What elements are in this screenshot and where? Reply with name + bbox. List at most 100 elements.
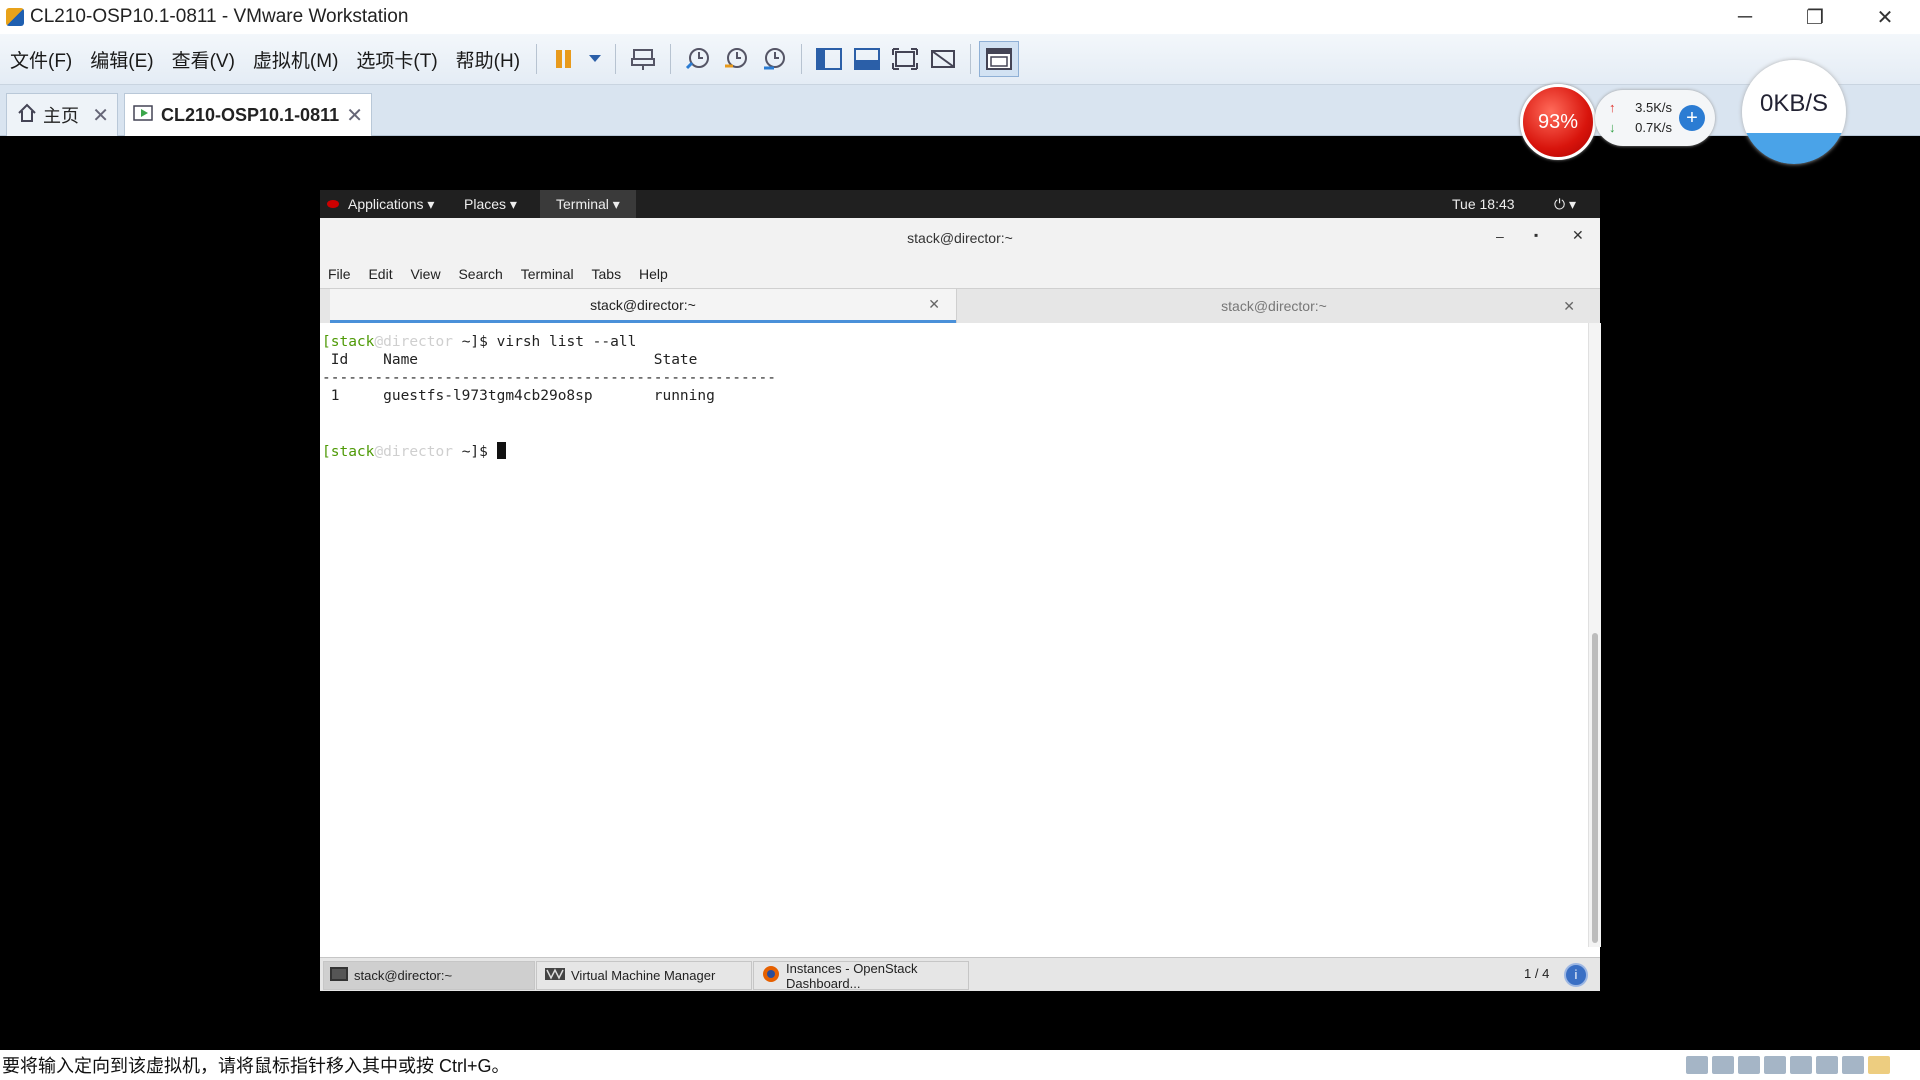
firefox-icon [762, 965, 780, 986]
terminal-tab-1-close-icon[interactable]: ✕ [928, 296, 940, 313]
terminal-menu-file[interactable]: File [328, 266, 351, 282]
terminal-menu-help[interactable]: Help [639, 266, 668, 282]
snapshot-revert-icon[interactable] [717, 42, 755, 76]
menu-view[interactable]: 查看(V) [164, 46, 243, 73]
terminal-menu-tabs[interactable]: Tabs [592, 266, 622, 282]
terminal-tabbar: stack@director:~ ✕ stack@director:~ ✕ [320, 288, 1600, 324]
applications-menu[interactable]: Applications ▾ [348, 196, 434, 213]
network-adapter-icon[interactable] [1738, 1056, 1760, 1074]
task-terminal[interactable]: stack@director:~ [323, 961, 535, 990]
full-screen-icon[interactable] [886, 42, 924, 76]
redhat-logo-icon [326, 196, 340, 213]
task-firefox[interactable]: Instances - OpenStack Dashboard... [753, 960, 969, 991]
console-view-icon[interactable] [979, 41, 1020, 77]
task-virt-manager-label: Virtual Machine Manager [571, 968, 716, 983]
places-menu[interactable]: Places ▾ [464, 196, 517, 213]
download-arrow-icon: ↓ [1609, 120, 1616, 135]
terminal-titlebar: stack@director:~ ‒ ▪ ✕ [320, 218, 1600, 261]
speed-delta: +0KB/s [1772, 118, 1816, 133]
snapshot-take-icon[interactable] [679, 42, 717, 76]
vmware-app-icon [6, 8, 24, 26]
cdrom-icon[interactable] [1712, 1056, 1734, 1074]
terminal-scrollbar[interactable] [1588, 323, 1601, 947]
pause-icon[interactable] [545, 42, 583, 76]
device-icons [1682, 1056, 1890, 1074]
window-title: CL210-OSP10.1-0811 - VMware Workstation [30, 6, 409, 27]
menu-edit[interactable]: 编辑(E) [82, 46, 161, 73]
terminal-menu-edit[interactable]: Edit [368, 266, 392, 282]
display-icon[interactable] [1842, 1056, 1864, 1074]
restore-button[interactable]: ❐ [1780, 0, 1850, 34]
upload-arrow-icon: ↑ [1609, 100, 1616, 115]
scrollbar-thumb[interactable] [1592, 633, 1598, 943]
terminal-line-command: [stack@director ~]$ virsh list --all [322, 334, 637, 350]
guest-screen[interactable]: Applications ▾ Places ▾ Terminal ▾ Tue 1… [320, 190, 1601, 991]
terminal-tab-2[interactable]: stack@director:~ ✕ [956, 289, 1591, 323]
tab-home-label: 主页 [43, 106, 79, 126]
printer-icon[interactable] [1816, 1056, 1838, 1074]
tab-home[interactable]: 主页 ✕ [6, 93, 118, 136]
tab-vm-close-icon[interactable]: ✕ [346, 103, 363, 128]
clock[interactable]: Tue 18:43 [1452, 196, 1515, 212]
usb-icon[interactable] [1764, 1056, 1786, 1074]
close-window-button[interactable]: ✕ [1850, 0, 1920, 34]
gnome-top-panel: Applications ▾ Places ▾ Terminal ▾ Tue 1… [320, 190, 1600, 218]
speed-ball-widget[interactable]: 0KB/S +0KB/s [1742, 60, 1846, 164]
network-speed-widget[interactable]: ↑ 3.5K/s ↓ 0.7K/s + [1595, 90, 1715, 146]
menu-tabs[interactable]: 选项卡(T) [348, 46, 445, 73]
snapshot-manager-icon[interactable] [755, 42, 793, 76]
vm-icon [133, 103, 155, 128]
speed-total: 0KB/S [1759, 90, 1829, 117]
terminal-menu-terminal[interactable]: Terminal [521, 266, 574, 282]
unity-mode-icon[interactable] [924, 42, 962, 76]
task-virt-manager[interactable]: Virtual Machine Manager [536, 961, 752, 990]
terminal-menu-view[interactable]: View [410, 266, 440, 282]
terminal-tab-1-label: stack@director:~ [590, 296, 696, 313]
thumbnail-bar-icon[interactable] [848, 42, 886, 76]
terminal-tab-2-label: stack@director:~ [1221, 298, 1327, 314]
terminal-minimize-button[interactable]: ‒ [1496, 228, 1504, 244]
terminal-close-button[interactable]: ✕ [1572, 227, 1584, 244]
status-bar: 要将输入定向到该虚拟机，请将鼠标指针移入其中或按 Ctrl+G。 [0, 1050, 1920, 1080]
virt-manager-icon [545, 968, 565, 983]
workspace-indicator[interactable]: 1 / 4 [1524, 966, 1549, 981]
plus-icon[interactable]: + [1679, 105, 1705, 131]
cpu-usage-widget[interactable]: 93% [1520, 84, 1596, 160]
upload-speed: 3.5K/s [1635, 100, 1672, 115]
toolbar-separator [536, 44, 538, 74]
terminal-line-prompt: [stack@director ~]$ [322, 442, 506, 460]
terminal-title: stack@director:~ [907, 230, 1013, 246]
terminal-line-row: 1 guestfs-l973tgm4cb29o8sp running [322, 388, 715, 404]
minimize-button[interactable]: ─ [1710, 0, 1780, 34]
tab-vm[interactable]: CL210-OSP10.1-0811 ✕ [124, 93, 372, 136]
sound-icon[interactable] [1790, 1056, 1812, 1074]
menu-vm[interactable]: 虚拟机(M) [245, 46, 346, 73]
info-icon[interactable]: i [1564, 963, 1588, 987]
terminal-output[interactable]: [stack@director ~]$ virsh list --all Id … [320, 323, 1588, 947]
tab-home-close-icon[interactable]: ✕ [92, 103, 109, 128]
hard-disk-icon[interactable] [1686, 1056, 1708, 1074]
power-menu[interactable]: ⏻ ▾ [1554, 196, 1576, 213]
menu-help[interactable]: 帮助(H) [448, 46, 528, 73]
terminal-app-menu-bg[interactable]: Terminal ▾ [540, 190, 636, 218]
send-ctrl-alt-del-icon[interactable] [624, 42, 662, 76]
terminal-line-header: Id Name State [322, 352, 698, 368]
menu-file[interactable]: 文件(F) [2, 46, 80, 73]
terminal-app-menu: Terminal ▾ [556, 196, 620, 212]
task-firefox-label: Instances - OpenStack Dashboard... [786, 960, 918, 991]
tab-vm-label: CL210-OSP10.1-0811 [161, 104, 340, 125]
gnome-window-list: stack@director:~ Virtual Machine Manager… [320, 957, 1600, 991]
terminal-menu-search[interactable]: Search [458, 266, 502, 282]
terminal-tab-1[interactable]: stack@director:~ ✕ [330, 289, 956, 323]
terminal-maximize-button[interactable]: ▪ [1534, 228, 1538, 242]
show-library-icon[interactable] [810, 42, 848, 76]
download-speed: 0.7K/s [1635, 120, 1672, 135]
home-icon [17, 103, 37, 128]
menubar: 文件(F) 编辑(E) 查看(V) 虚拟机(M) 选项卡(T) 帮助(H) [0, 34, 1920, 85]
terminal-tab-2-close-icon[interactable]: ✕ [1563, 298, 1575, 315]
chevron-down-icon[interactable] [583, 42, 607, 76]
window-titlebar: CL210-OSP10.1-0811 - VMware Workstation … [0, 0, 1920, 34]
terminal-line-divider: ----------------------------------------… [322, 370, 776, 386]
status-message: 要将输入定向到该虚拟机，请将鼠标指针移入其中或按 Ctrl+G。 [2, 1056, 510, 1076]
message-icon[interactable] [1868, 1056, 1890, 1074]
